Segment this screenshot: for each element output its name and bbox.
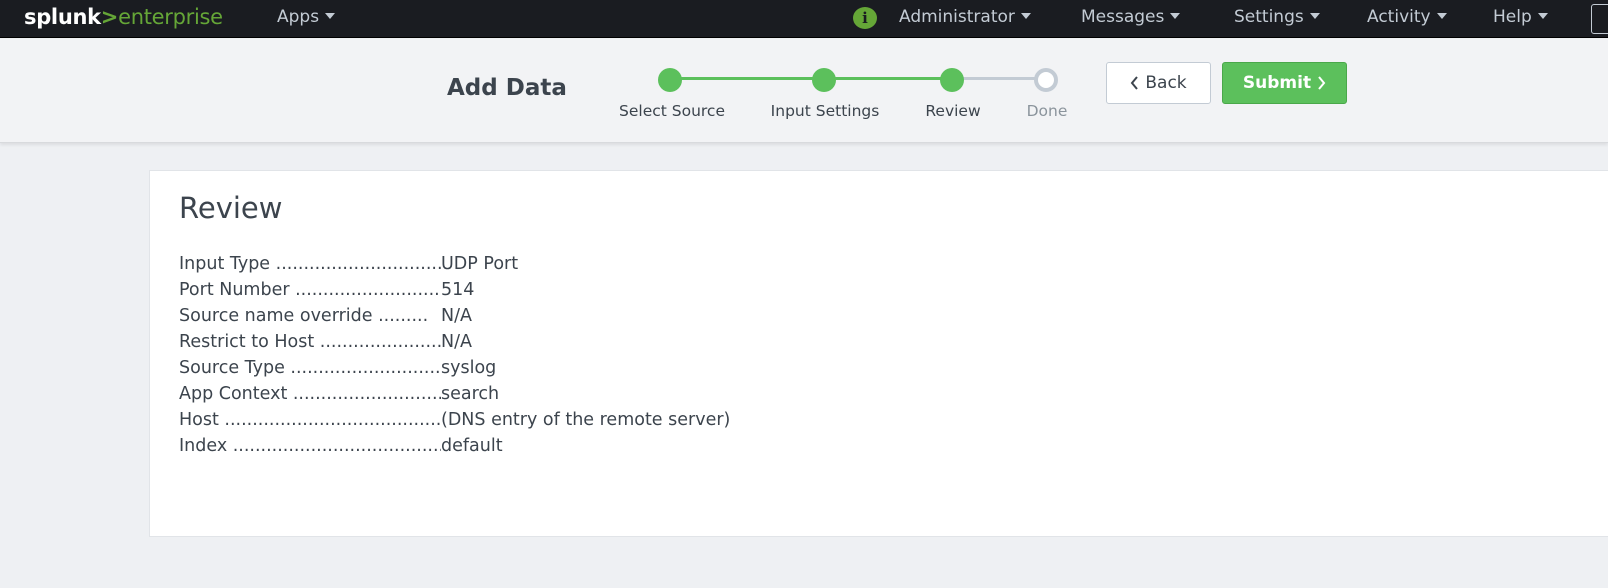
step-track-complete-1 [670, 77, 824, 80]
caret-down-icon [1537, 13, 1548, 19]
find-box[interactable] [1591, 4, 1608, 34]
settings-menu-label: Settings [1234, 7, 1304, 27]
review-value: default [441, 436, 503, 456]
review-value: (DNS entry of the remote server) [441, 410, 731, 430]
back-button-label: Back [1145, 73, 1187, 93]
review-value: search [441, 384, 500, 404]
back-button[interactable]: Back [1106, 62, 1211, 104]
submit-button-label: Submit [1242, 73, 1312, 93]
review-row-host: Host ...................................… [179, 407, 730, 433]
logo-text-enterprise: enterprise [118, 5, 223, 29]
step-label-review: Review [925, 102, 981, 120]
review-value: syslog [441, 358, 497, 378]
activity-menu-label: Activity [1367, 7, 1431, 27]
review-value: N/A [441, 306, 472, 326]
caret-down-icon [325, 13, 336, 19]
help-menu[interactable]: Help [1493, 7, 1548, 27]
review-row-app-context: App Context ........................... … [179, 381, 730, 407]
apps-menu-label: Apps [277, 7, 320, 27]
apps-menu[interactable]: Apps [277, 7, 336, 27]
submit-button[interactable]: Submit [1222, 62, 1347, 104]
step-dot-done [1034, 68, 1058, 92]
add-data-wizard-header: Add Data Select Source Input Settings Re… [0, 39, 1608, 143]
review-key: Source name override ......... [179, 306, 429, 326]
chevron-left-icon [1131, 76, 1139, 90]
logo-text-splunk: splunk [24, 5, 101, 29]
settings-menu[interactable]: Settings [1234, 7, 1320, 27]
info-icon[interactable]: i [853, 7, 877, 29]
review-row-port-number: Port Number ........................... … [179, 277, 730, 303]
caret-down-icon [1309, 13, 1320, 19]
messages-menu-label: Messages [1081, 7, 1165, 27]
administrator-menu-label: Administrator [899, 7, 1015, 27]
review-key: App Context ........................... [179, 384, 441, 404]
review-row-input-type: Input Type .............................… [179, 251, 730, 277]
review-row-index: Index ..................................… [179, 433, 730, 459]
review-key: Restrict to Host ...................... [179, 332, 441, 352]
review-value: UDP Port [441, 254, 519, 274]
caret-down-icon [1436, 13, 1447, 19]
step-track-pending [952, 77, 1046, 80]
review-row-restrict-to-host: Restrict to Host ...................... … [179, 329, 730, 355]
review-key: Index ..................................… [179, 436, 441, 456]
page-title: Add Data [447, 75, 567, 101]
chevron-right-icon [1318, 76, 1326, 90]
step-label-select-source: Select Source [619, 102, 725, 120]
administrator-menu[interactable]: Administrator [899, 7, 1031, 27]
step-dot-select-source [658, 68, 682, 92]
splunk-logo[interactable]: splunk>enterprise [24, 5, 223, 29]
review-row-source-name-override: Source name override ......... N/A [179, 303, 730, 329]
caret-down-icon [1170, 13, 1181, 19]
review-key: Host ...................................… [179, 410, 441, 430]
review-row-source-type: Source Type ........................... … [179, 355, 730, 381]
top-navbar: splunk>enterprise Apps i Administrator M… [0, 0, 1608, 38]
review-value: 514 [441, 280, 475, 300]
review-heading: Review [179, 191, 283, 225]
review-key: Port Number ........................... [179, 280, 441, 300]
review-panel: Review Input Type ......................… [149, 170, 1608, 537]
help-menu-label: Help [1493, 7, 1532, 27]
review-summary-list: Input Type .............................… [179, 251, 730, 459]
caret-down-icon [1020, 13, 1031, 19]
messages-menu[interactable]: Messages [1081, 7, 1181, 27]
step-label-done: Done [1026, 102, 1068, 120]
step-dot-input-settings [812, 68, 836, 92]
review-value: N/A [441, 332, 472, 352]
review-key: Source Type ........................... [179, 358, 441, 378]
step-dot-review [940, 68, 964, 92]
step-track-complete-2 [824, 77, 952, 80]
activity-menu[interactable]: Activity [1367, 7, 1447, 27]
logo-text-chevron: > [100, 5, 119, 29]
review-key: Input Type .............................… [179, 254, 441, 274]
step-label-input-settings: Input Settings [770, 102, 880, 120]
